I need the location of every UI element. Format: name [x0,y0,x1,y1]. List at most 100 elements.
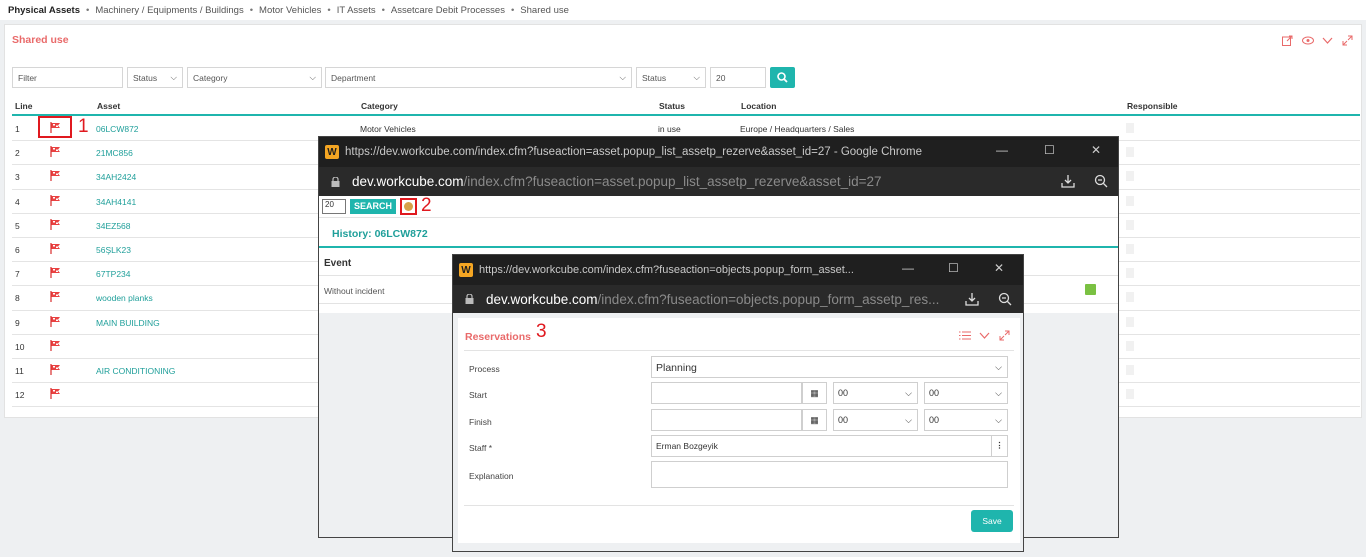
crumb-motor-vehicles[interactable]: Motor Vehicles [259,5,321,16]
add-reservation-button[interactable] [400,198,418,215]
maximize-icon[interactable]: ☐ [948,261,959,275]
table-header: Line Asset Category Status Location Resp… [12,99,1360,116]
flag-icon[interactable] [50,388,61,401]
search-button[interactable]: SEARCH [350,199,397,214]
export-icon[interactable] [1282,35,1293,46]
save-button[interactable]: Save [971,510,1013,532]
staff-label: Staff * [469,443,492,453]
minimize-icon[interactable]: — [996,143,1008,157]
crumb-it-assets[interactable]: IT Assets [337,5,376,16]
popup-body: Reservations 3 Process Planning ⌵ Start ▦… [453,313,1023,551]
eye-icon[interactable] [1302,35,1314,46]
row-line: 10 [15,341,25,352]
flag-icon[interactable] [50,291,61,304]
start-minute-select[interactable]: 00 ⌵ [924,382,1008,404]
maximize-icon[interactable]: ☐ [1044,143,1055,157]
checked-icon[interactable] [1085,284,1096,295]
zoom-out-icon[interactable] [1094,174,1108,188]
row-responsible [1126,171,1134,182]
page-size-input[interactable]: 20 [322,199,346,214]
download-icon[interactable] [965,292,979,306]
filter-input[interactable]: Filter [12,67,123,88]
crumb-shared-use[interactable]: Shared use [520,5,569,16]
close-icon[interactable]: ✕ [1091,143,1101,157]
flag-icon[interactable] [50,315,61,329]
crumb-separator: • [381,4,385,16]
browser-titlebar: W https://dev.workcube.com/index.cfm?fus… [453,255,1023,285]
address-bar[interactable]: dev.workcube.com/index.cfm?fuseaction=as… [319,167,1118,196]
expand-icon[interactable] [999,330,1010,341]
flag-icon[interactable] [50,146,61,159]
page-size-input[interactable]: 20 [710,67,766,88]
flag-icon[interactable] [50,363,61,377]
row-asset-link[interactable]: 34AH4141 [96,197,136,207]
flag-icon[interactable] [50,218,61,232]
flag-icon[interactable] [50,242,61,256]
row-responsible [1126,147,1134,158]
flag-icon[interactable] [50,170,61,183]
status-select-2[interactable]: Status ⌵ [636,67,706,88]
category-select[interactable]: Category ⌵ [187,67,322,88]
search-button[interactable] [770,67,795,88]
breadcrumb: Physical Assets • Machinery / Equipments… [0,0,1366,20]
process-select[interactable]: Planning ⌵ [651,356,1008,378]
flag-icon[interactable] [50,267,61,280]
url-path: /index.cfm?fuseaction=asset.popup_list_a… [463,174,882,189]
lock-icon [465,294,474,304]
crumb-assetcare[interactable]: Assetcare Debit Processes [391,5,505,16]
finish-date-input[interactable] [651,409,802,431]
start-date-input[interactable] [651,382,802,404]
crumb-separator: • [86,4,90,16]
download-icon[interactable] [1061,174,1075,188]
row-asset-link[interactable]: 34EZ568 [96,221,131,231]
status-select-value: Status [133,73,158,83]
calendar-icon[interactable]: ▦ [802,409,827,431]
chevron-down-icon[interactable] [1322,35,1333,46]
row-asset-link[interactable]: MAIN BUILDING [96,318,160,328]
row-asset-link[interactable]: 21MC856 [96,148,133,158]
crumb-separator: • [327,4,331,16]
crumb-separator: • [249,4,254,16]
divider [464,505,1014,506]
chevron-down-icon: ⌵ [619,72,626,82]
expand-icon[interactable] [1342,35,1353,46]
row-line: 11 [15,365,24,376]
flag-icon[interactable] [50,194,61,208]
reservation-icon [404,202,414,211]
process-label: Process [469,364,500,374]
row-asset-link[interactable]: 67TP234 [96,269,131,279]
calendar-icon[interactable]: ▦ [802,382,827,404]
row-asset-link[interactable]: 56ŞLK23 [96,245,131,255]
finish-hour-select[interactable]: 00 ⌵ [833,409,918,431]
chevron-down-icon[interactable] [979,330,990,341]
more-options-icon[interactable]: ⋮ [991,436,1007,456]
flag-icon[interactable] [50,339,61,353]
minimize-icon[interactable]: — [902,261,914,275]
row-asset-link[interactable]: 06LCW872 [96,124,139,134]
status-select[interactable]: Status ⌵ [127,67,183,88]
row-asset-link[interactable]: AIR CONDITIONING [96,366,175,376]
col-status: Status [659,101,685,111]
row-location: Europe / Headquarters / Sales [740,124,855,134]
zoom-out-icon[interactable] [998,292,1012,306]
history-toolbar: 20 SEARCH 2 [319,195,1118,218]
row-responsible [1126,292,1134,303]
crumb-physical-assets[interactable]: Physical Assets [8,5,80,16]
explanation-textarea[interactable] [651,461,1008,488]
staff-value: Erman Bozgeyik [656,441,718,451]
list-icon[interactable] [959,330,971,341]
staff-input[interactable]: Erman Bozgeyik ⋮ [651,435,1008,457]
row-asset-link[interactable]: wooden planks [96,293,153,303]
crumb-machinery[interactable]: Machinery / Equipments / Buildings [95,5,243,16]
department-select[interactable]: Department ⌵ [325,67,632,88]
close-icon[interactable]: ✕ [994,261,1004,275]
finish-minute-select[interactable]: 00 ⌵ [924,409,1008,431]
row-responsible [1126,195,1134,206]
address-bar[interactable]: dev.workcube.com/index.cfm?fuseaction=ob… [453,285,1023,313]
row-line: 12 [15,390,25,401]
row-asset-link[interactable]: 34AH2424 [96,172,136,182]
start-hour-select[interactable]: 00 ⌵ [833,382,918,404]
row-line: 6 [15,244,20,255]
row-line: 1 [15,124,20,134]
form-title: Reservations [465,331,531,343]
